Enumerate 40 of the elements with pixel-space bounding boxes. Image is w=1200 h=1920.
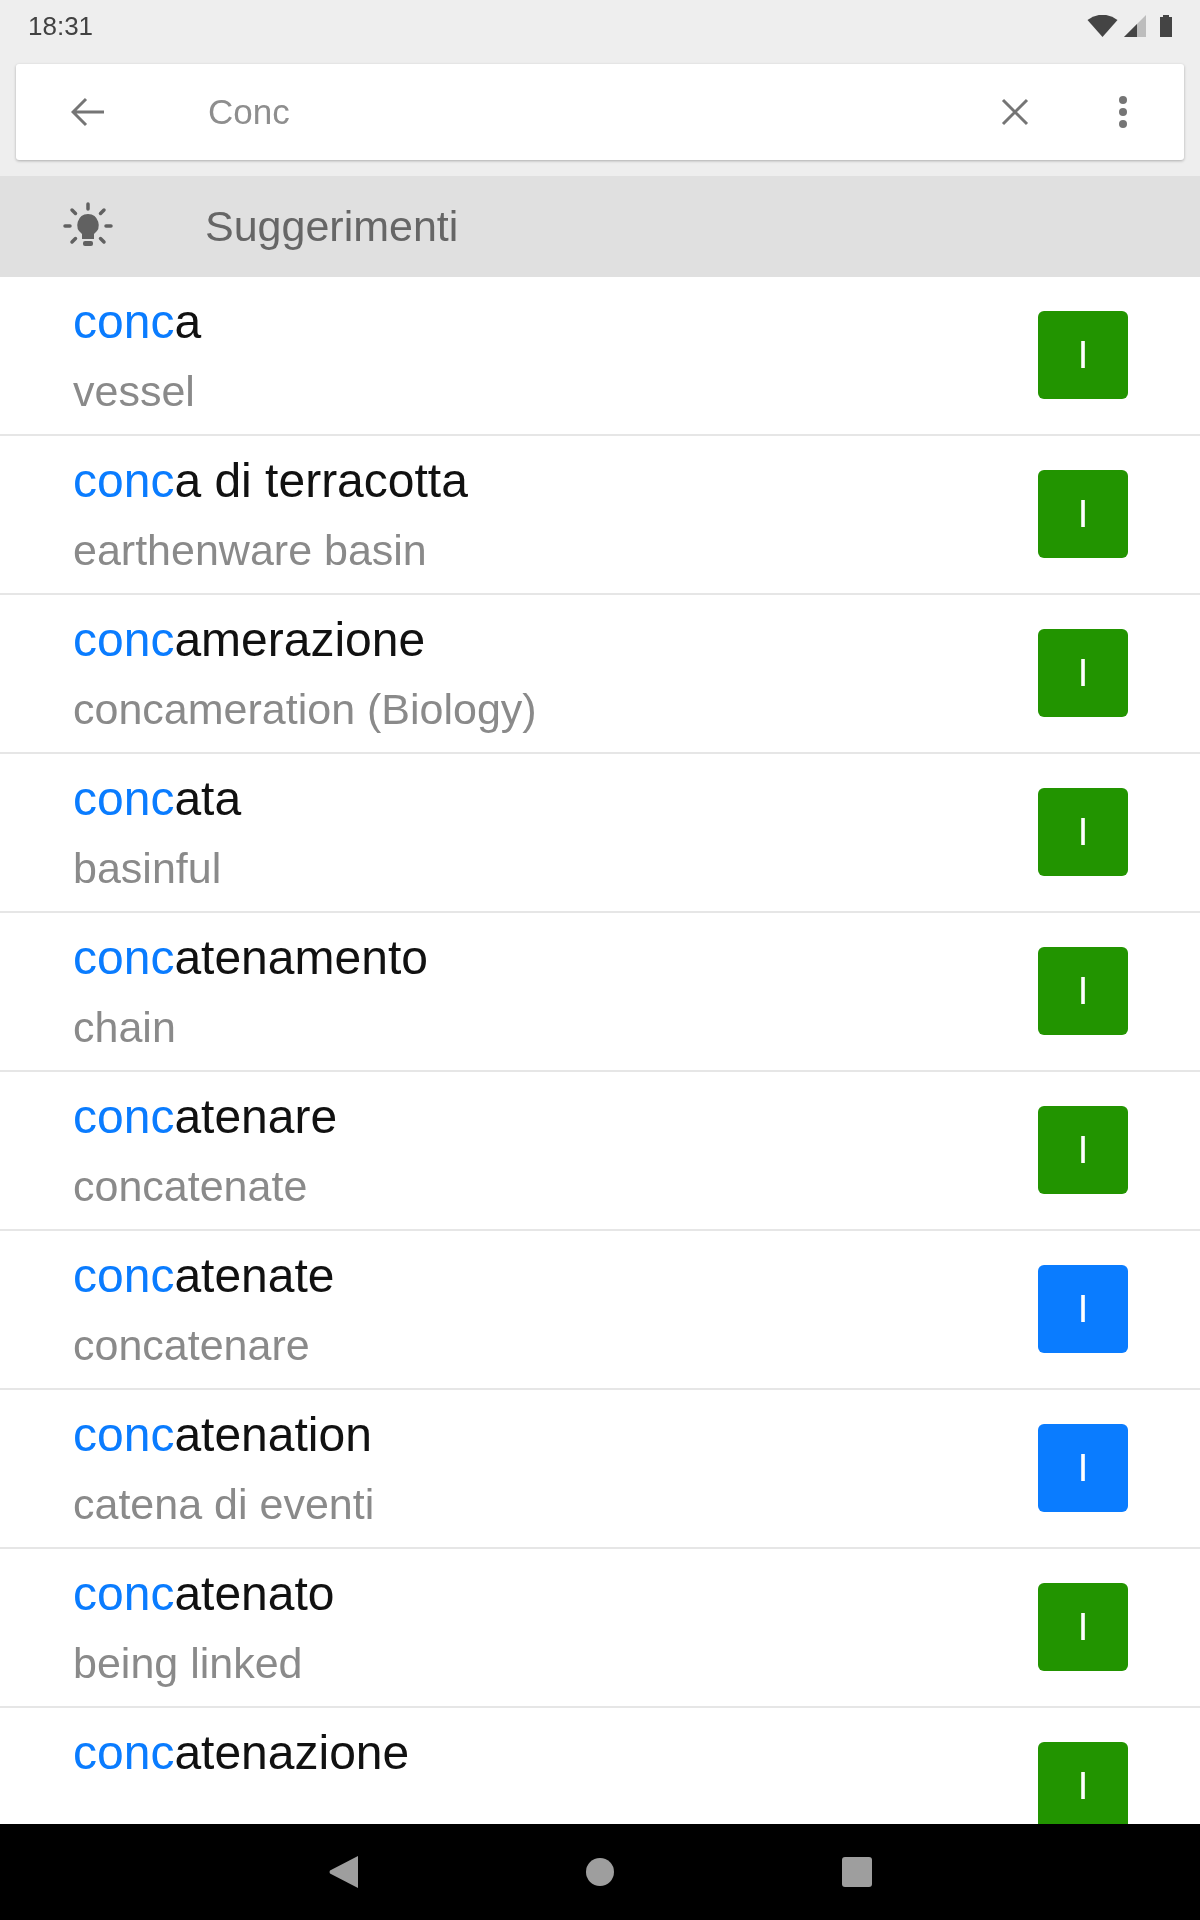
entry-term: conca — [73, 294, 203, 350]
entry-translation: concatenate — [73, 1161, 309, 1211]
language-tag: I — [1038, 947, 1128, 1035]
language-tag: I — [1038, 1106, 1128, 1194]
close-icon — [1001, 98, 1029, 126]
language-tag: I — [1038, 1583, 1128, 1671]
entry-term: concatenazione — [73, 1725, 411, 1781]
entry-term: concamerazione — [73, 612, 427, 668]
entry-translation: concatenare — [73, 1320, 311, 1370]
language-tag: I — [1038, 1265, 1128, 1353]
home-circle-icon — [586, 1858, 614, 1886]
entry-translation: being linked — [73, 1638, 304, 1688]
battery-icon — [1160, 15, 1172, 37]
entry-translation: catena di eventi — [73, 1479, 376, 1529]
language-tag: I — [1038, 788, 1128, 876]
suggestions-title: Suggerimenti — [205, 202, 459, 251]
entry-term: concatenare — [73, 1089, 339, 1145]
language-tag: I — [1038, 1424, 1128, 1512]
entry-term: conca di terracotta — [73, 453, 469, 509]
signal-icon — [1124, 15, 1146, 37]
language-tag: I — [1038, 1742, 1128, 1824]
entry-term: concatenate — [73, 1248, 336, 1304]
back-arrow-icon — [71, 97, 105, 127]
language-tag: I — [1038, 470, 1128, 558]
entry-term: concatenation — [73, 1407, 373, 1463]
entry-term: concatenato — [73, 1566, 336, 1622]
back-triangle-icon — [328, 1856, 358, 1888]
entry-term: concatenamento — [73, 930, 429, 986]
wifi-icon — [1087, 15, 1118, 37]
more-icon — [1119, 96, 1127, 128]
entry-translation: concameration (Biology) — [73, 684, 538, 734]
entry-translation: chain — [73, 1002, 177, 1052]
language-tag: I — [1038, 311, 1128, 399]
entry-term: concata — [73, 771, 243, 827]
recents-square-icon — [842, 1857, 872, 1887]
language-tag: I — [1038, 629, 1128, 717]
entry-translation: earthenware basin — [73, 525, 428, 575]
status-time: 18:31 — [28, 10, 94, 42]
entry-translation: vessel — [73, 366, 196, 416]
entry-translation: basinful — [73, 843, 223, 893]
